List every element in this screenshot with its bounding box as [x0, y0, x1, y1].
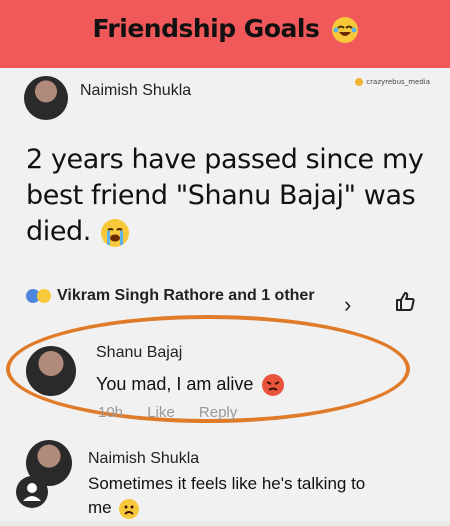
banner-title-row: Friendship Goals — [0, 14, 450, 43]
comment-author-shanu[interactable]: Shanu Bajaj — [96, 344, 182, 362]
comment-text-naimish-block: Sometimes it feels like he's talking to … — [88, 472, 388, 520]
crying-emoji-icon — [101, 218, 130, 247]
comment-text-shanu-row: You mad, I am alive — [96, 372, 285, 397]
like-link[interactable]: Like — [147, 404, 175, 421]
reactions-summary[interactable]: Vikram Singh Rathore and 1 other — [26, 286, 346, 306]
comment-author-naimish[interactable]: Naimish Shukla — [88, 450, 199, 468]
reactions-text: Vikram Singh Rathore and 1 other — [57, 287, 315, 304]
comment-time: 10h — [98, 404, 124, 421]
comment-avatar-shanu[interactable] — [26, 346, 76, 396]
author-avatar[interactable] — [24, 76, 68, 120]
header-banner: Friendship Goals — [0, 0, 450, 68]
reply-link[interactable]: Reply — [199, 404, 237, 421]
worried-emoji-icon — [119, 498, 140, 519]
watermark: crazyrebus_media — [355, 78, 430, 86]
comment-text-shanu: You mad, I am alive — [96, 374, 254, 394]
post-author-name[interactable]: Naimish Shukla — [80, 82, 191, 100]
chevron-right-icon[interactable]: › — [344, 292, 351, 318]
laughing-emoji-icon — [331, 17, 358, 43]
angry-emoji-icon — [262, 374, 285, 397]
post-text-block: 2 years have passed since my best friend… — [26, 142, 426, 250]
watermark-text: crazyrebus_media — [366, 78, 430, 86]
comment-meta-shanu: 10h Like Reply — [98, 404, 257, 421]
watermark-logo-icon — [355, 78, 364, 86]
like-thumb-icon[interactable] — [394, 290, 416, 312]
banner-title: Friendship Goals — [92, 14, 320, 43]
user-profile-icon[interactable] — [16, 476, 48, 508]
sad-reaction-icon — [37, 288, 51, 303]
post-text: 2 years have passed since my best friend… — [26, 144, 424, 247]
